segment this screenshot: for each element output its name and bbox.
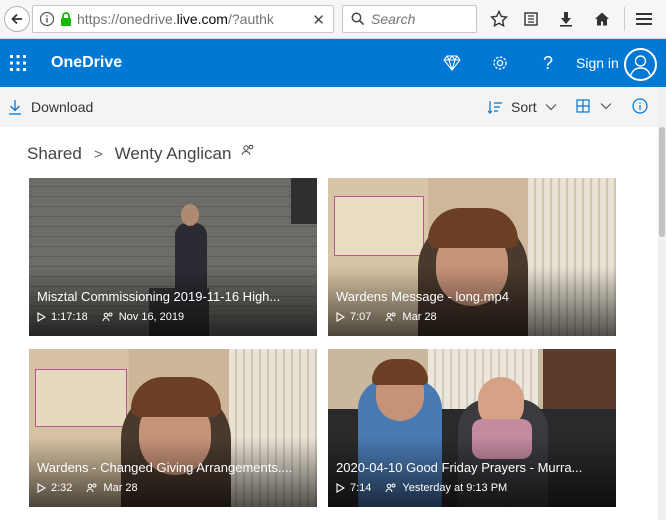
- sort-label: Sort: [511, 99, 537, 115]
- toolbar-divider: [624, 7, 625, 31]
- chevron-right-icon: >: [93, 145, 103, 163]
- shared-people-icon: [385, 312, 396, 322]
- back-arrow-icon: [11, 13, 22, 25]
- scroll-thumb[interactable]: [659, 127, 665, 237]
- shared-people-icon: [102, 312, 113, 322]
- play-icon: [37, 312, 46, 322]
- info-icon: [632, 98, 648, 114]
- command-bar: Download Sort: [0, 87, 658, 127]
- app-title[interactable]: OneDrive: [51, 54, 122, 72]
- sort-button[interactable]: Sort: [487, 99, 557, 115]
- breadcrumb: Shared > Wenty Anglican: [27, 144, 255, 164]
- menu-icon[interactable]: [634, 9, 654, 29]
- url-text[interactable]: https://onedrive.live.com/?authk: [77, 11, 297, 27]
- info-icon[interactable]: [39, 11, 55, 27]
- bookmark-star-icon[interactable]: [489, 9, 509, 29]
- shared-people-icon: [86, 483, 97, 493]
- tile-duration: 7:07: [350, 311, 372, 323]
- details-info-button[interactable]: [632, 98, 648, 119]
- scrollbar[interactable]: [658, 87, 666, 520]
- chevron-down-icon: [545, 104, 557, 111]
- tile-meta: 2:32 Mar 28: [37, 482, 152, 494]
- search-icon: [351, 12, 365, 26]
- video-tile[interactable]: Wardens - Changed Giving Arrangements...…: [29, 349, 317, 507]
- settings-gear-icon[interactable]: [490, 53, 510, 73]
- video-tile[interactable]: 2020-04-10 Good Friday Prayers - Murra..…: [328, 349, 616, 507]
- breadcrumb-shared[interactable]: Shared: [27, 144, 82, 164]
- play-icon: [37, 483, 46, 493]
- browser-search-input[interactable]: Search: [342, 5, 477, 33]
- tile-meta: 7:14 Yesterday at 9:13 PM: [336, 482, 521, 494]
- tile-meta: 7:07 Mar 28: [336, 311, 451, 323]
- tile-duration: 1:17:18: [51, 311, 88, 323]
- avatar[interactable]: [624, 48, 657, 81]
- sign-in-link[interactable]: Sign in: [576, 55, 619, 71]
- shared-people-icon: [385, 483, 396, 493]
- chevron-down-icon: [600, 103, 612, 110]
- play-icon: [336, 312, 345, 322]
- tile-date: Nov 16, 2019: [118, 311, 185, 323]
- grid-view-icon: [576, 99, 590, 113]
- premium-diamond-icon[interactable]: [442, 53, 462, 73]
- video-tile[interactable]: Misztal Commissioning 2019-11-16 High...…: [29, 178, 317, 336]
- app-launcher-icon[interactable]: [10, 55, 26, 71]
- view-options-button[interactable]: [576, 99, 612, 113]
- download-label: Download: [31, 99, 94, 115]
- breadcrumb-current: Wenty Anglican: [114, 144, 232, 163]
- back-button[interactable]: [4, 6, 30, 32]
- tile-title: Wardens Message - long.mp4: [336, 289, 509, 304]
- tile-date: Mar 28: [103, 482, 138, 494]
- play-icon: [336, 483, 345, 493]
- browser-toolbar: https://onedrive.live.com/?authk ✕ Searc…: [0, 0, 666, 39]
- download-arrow-icon[interactable]: [556, 9, 576, 29]
- help-icon[interactable]: ?: [538, 53, 558, 73]
- tile-meta: 1:17:18 Nov 16, 2019: [37, 311, 198, 323]
- tile-date: Yesterday at 9:13 PM: [402, 482, 508, 494]
- address-bar[interactable]: https://onedrive.live.com/?authk ✕: [32, 5, 334, 33]
- reader-view-icon[interactable]: [521, 9, 541, 29]
- tile-duration: 7:14: [350, 482, 372, 494]
- sort-icon: [487, 101, 502, 114]
- tile-title: 2020-04-10 Good Friday Prayers - Murra..…: [336, 460, 583, 475]
- tile-duration: 2:32: [51, 482, 73, 494]
- home-icon[interactable]: [592, 9, 612, 29]
- search-placeholder: Search: [371, 11, 416, 27]
- tile-title: Misztal Commissioning 2019-11-16 High...: [37, 289, 281, 304]
- clear-url-icon[interactable]: ✕: [312, 11, 325, 29]
- video-tile[interactable]: Wardens Message - long.mp4 7:07 Mar 28: [328, 178, 616, 336]
- lock-icon: [61, 12, 71, 26]
- tile-title: Wardens - Changed Giving Arrangements...…: [37, 460, 293, 475]
- person-icon: [630, 55, 651, 76]
- tile-date: Mar 28: [402, 311, 437, 323]
- download-icon: [9, 100, 21, 115]
- download-button[interactable]: Download: [8, 99, 93, 115]
- onedrive-header: OneDrive ? Sign in: [0, 39, 666, 87]
- shared-people-icon: [241, 144, 254, 156]
